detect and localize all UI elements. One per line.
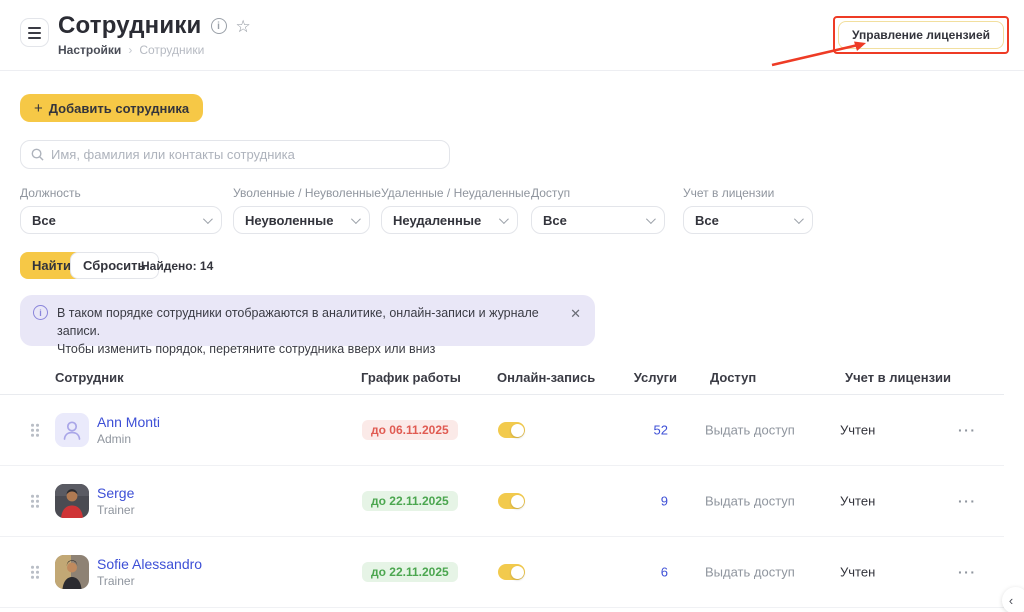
grant-access-link[interactable]: Выдать доступ — [705, 565, 795, 580]
access-select[interactable]: Все — [531, 206, 665, 234]
online-booking-toggle[interactable] — [498, 493, 525, 509]
select-value: Все — [32, 213, 56, 228]
grant-access-link[interactable]: Выдать доступ — [705, 423, 795, 438]
avatar[interactable] — [55, 484, 89, 518]
license-status: Учтен — [840, 423, 875, 438]
collapse-panel-chevron[interactable]: ‹ — [1002, 587, 1024, 612]
fired-select[interactable]: Неуволенные — [233, 206, 370, 234]
license-management-button[interactable]: Управление лицензией — [838, 21, 1004, 49]
table-row: Ann Monti Admin до 06.11.2025 52 Выдать … — [0, 395, 1004, 466]
breadcrumb: Настройки › Сотрудники — [58, 43, 251, 57]
filter-label: Доступ — [531, 186, 665, 200]
chevron-down-icon — [203, 214, 213, 224]
filter-license: Учет в лицензии Все — [683, 186, 813, 234]
page-title: Сотрудники — [58, 12, 202, 40]
employee-role: Admin — [97, 432, 160, 446]
row-menu-icon[interactable]: ··· — [958, 564, 977, 580]
drag-handle-icon[interactable] — [31, 566, 39, 579]
filter-label: Уволенные / Неуволенные — [233, 186, 381, 200]
license-status: Учтен — [840, 494, 875, 509]
info-icon[interactable]: i — [211, 18, 227, 34]
plus-icon: + — [34, 100, 43, 117]
services-count-link[interactable]: 52 — [600, 423, 668, 438]
employee-info: Ann Monti Admin — [97, 414, 160, 446]
drag-handle-icon[interactable] — [31, 495, 39, 508]
employee-info: Serge Trainer — [97, 485, 135, 517]
select-value: Неуволенные — [245, 213, 333, 228]
online-booking-toggle[interactable] — [498, 422, 525, 438]
services-count-link[interactable]: 9 — [600, 494, 668, 509]
table-header: Сотрудник График работы Онлайн-запись Ус… — [0, 362, 1004, 395]
employee-name-link[interactable]: Ann Monti — [97, 414, 160, 430]
schedule-badge[interactable]: до 22.11.2025 — [362, 562, 458, 582]
avatar[interactable] — [55, 555, 89, 589]
select-value: Неудаленные — [393, 213, 481, 228]
close-icon[interactable]: ✕ — [570, 306, 581, 322]
filter-deleted: Удаленные / Неудаленные Неудаленные — [381, 186, 530, 234]
search-icon — [31, 148, 44, 161]
chevron-down-icon — [646, 214, 656, 224]
col-employee: Сотрудник — [55, 370, 124, 385]
filter-access: Доступ Все — [531, 186, 665, 234]
col-services: Услуги — [600, 370, 677, 385]
banner-line1: В таком порядке сотрудники отображаются … — [57, 304, 562, 340]
position-select[interactable]: Все — [20, 206, 222, 234]
grant-access-link[interactable]: Выдать доступ — [705, 494, 795, 509]
avatar[interactable] — [55, 413, 89, 447]
schedule-badge[interactable]: до 06.11.2025 — [362, 420, 458, 440]
add-employee-label: Добавить сотрудника — [49, 101, 189, 116]
employee-role: Trainer — [97, 574, 202, 588]
found-count: Найдено: 14 — [141, 259, 213, 273]
employees-page: Сотрудники i ☆ Настройки › Сотрудники Уп… — [0, 0, 1024, 612]
filter-label: Учет в лицензии — [683, 186, 813, 200]
annotation-highlight-box: Управление лицензией — [833, 16, 1009, 54]
employee-name-link[interactable]: Sofie Alessandro — [97, 556, 202, 572]
license-select[interactable]: Все — [683, 206, 813, 234]
employee-info: Sofie Alessandro Trainer — [97, 556, 202, 588]
filter-label: Удаленные / Неудаленные — [381, 186, 530, 200]
chevron-down-icon — [794, 214, 804, 224]
banner-text: В таком порядке сотрудники отображаются … — [57, 304, 562, 358]
search-input[interactable] — [51, 147, 439, 162]
schedule-badge[interactable]: до 22.11.2025 — [362, 491, 458, 511]
table-row: Sofie Alessandro Trainer до 22.11.2025 6… — [0, 537, 1004, 608]
deleted-select[interactable]: Неудаленные — [381, 206, 518, 234]
employee-search — [20, 140, 450, 169]
col-schedule: График работы — [361, 370, 461, 385]
services-count-link[interactable]: 6 — [600, 565, 668, 580]
select-value: Все — [695, 213, 719, 228]
employee-name-link[interactable]: Serge — [97, 485, 135, 501]
col-license: Учет в лицензии — [845, 370, 951, 385]
favorite-star-icon[interactable]: ☆ — [236, 18, 251, 35]
menu-toggle-button[interactable] — [20, 18, 49, 47]
row-menu-icon[interactable]: ··· — [958, 493, 977, 509]
online-booking-toggle[interactable] — [498, 564, 525, 580]
filter-label: Должность — [20, 186, 222, 200]
drag-handle-icon[interactable] — [31, 424, 39, 437]
filter-fired: Уволенные / Неуволенные Неуволенные — [233, 186, 381, 234]
breadcrumb-separator-icon: › — [128, 43, 132, 57]
breadcrumb-settings[interactable]: Настройки — [58, 43, 121, 57]
chevron-down-icon — [351, 214, 361, 224]
employee-role: Trainer — [97, 503, 135, 517]
page-header: Сотрудники i ☆ Настройки › Сотрудники Уп… — [0, 0, 1024, 71]
hamburger-icon — [28, 27, 41, 29]
license-status: Учтен — [840, 565, 875, 580]
select-value: Все — [543, 213, 567, 228]
add-employee-button[interactable]: + Добавить сотрудника — [20, 94, 203, 122]
col-online-booking: Онлайн-запись — [497, 370, 595, 385]
row-menu-icon[interactable]: ··· — [958, 422, 977, 438]
banner-line2: Чтобы изменить порядок, перетяните сотру… — [57, 340, 562, 358]
col-access: Доступ — [710, 370, 756, 385]
chevron-down-icon — [499, 214, 509, 224]
table-row: Serge Trainer до 22.11.2025 9 Выдать дос… — [0, 466, 1004, 537]
reorder-info-banner: i В таком порядке сотрудники отображаютс… — [20, 295, 595, 346]
info-icon: i — [33, 305, 48, 320]
filter-position: Должность Все — [20, 186, 222, 234]
breadcrumb-current: Сотрудники — [139, 43, 204, 57]
title-block: Сотрудники i ☆ Настройки › Сотрудники — [58, 12, 251, 57]
